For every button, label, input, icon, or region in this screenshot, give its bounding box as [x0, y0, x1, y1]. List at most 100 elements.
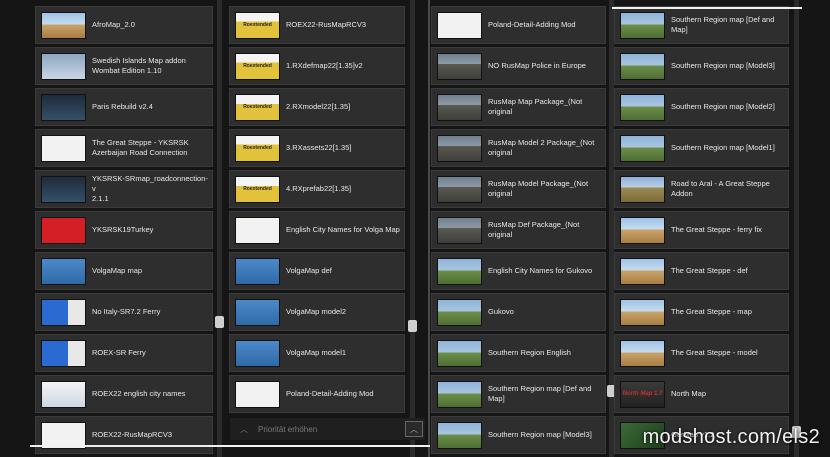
mod-name-label: Swedish Islands Map addon Wombat Edition…: [92, 56, 186, 75]
mod-list-item[interactable]: Southern Region map [Model3]: [431, 416, 606, 454]
mod-name-label: The Great Steppe - model: [671, 348, 758, 357]
roextended-map-4-thumbnail-icon: Roextended: [235, 175, 280, 203]
mod-name-label: 3.RXassets22[1.35]: [286, 143, 352, 152]
mod-list-item[interactable]: Southern Region map [Model1]: [614, 129, 789, 167]
volgamap-thumbnail-icon: [41, 257, 86, 285]
mod-name-label: Paris Rebuild v2.4: [92, 102, 153, 111]
mod-list-item[interactable]: Roextended 1.RXdefmap22[1.35]v2: [229, 47, 405, 85]
english-city-names-thumbnail-icon: [235, 216, 280, 244]
mod-list-item[interactable]: Paris Rebuild v2.4: [35, 88, 213, 126]
scrollbar-thumb-2[interactable]: [408, 320, 417, 332]
scrollbar-track-2[interactable]: [410, 0, 415, 457]
mod-list-item[interactable]: NO RusMap Police in Europe: [431, 47, 606, 85]
scrollbar-thumb-1[interactable]: [215, 316, 224, 328]
mod-name-label: RusMap Def Package_(Not original: [488, 220, 580, 239]
southern-region-def-thumbnail-icon: [437, 380, 482, 408]
yksrsk-srmap-thumbnail-icon: [41, 175, 86, 203]
turkey-flag-icon: [41, 216, 86, 244]
great-steppe-def-thumbnail-icon: [620, 257, 665, 285]
mod-list-item[interactable]: YKSRSK19Turkey: [35, 211, 213, 249]
mod-list-item[interactable]: Southern Region map [Model2]: [614, 88, 789, 126]
mod-list-item[interactable]: Southern Region map [Model3]: [614, 47, 789, 85]
mod-list-item[interactable]: The Great Steppe - def: [614, 252, 789, 290]
southern-region-english-thumbnail-icon: [437, 339, 482, 367]
mod-list-item[interactable]: VolgaMap map: [35, 252, 213, 290]
mod-name-label: 1.RXdefmap22[1.35]v2: [286, 61, 363, 70]
mod-list-item[interactable]: RusMap Model 2 Package_(Not original: [431, 129, 606, 167]
mod-list-item[interactable]: Southern Region map [Def and Map]: [614, 6, 789, 44]
southern-region-model3-thumbnail-icon: [620, 52, 665, 80]
mod-list-item[interactable]: Southern Region map [Def and Map]: [431, 375, 606, 413]
mod-list-item[interactable]: RusMap Model Package_(Not original: [431, 170, 606, 208]
mod-list-item[interactable]: ROEX22 english city names: [35, 375, 213, 413]
mod-column-1: AfroMap_2.0 Swedish Islands Map addon Wom…: [35, 0, 213, 457]
great-steppe-ferry-thumbnail-icon: [620, 216, 665, 244]
mod-list-item[interactable]: RusMap Map Package_(Not original: [431, 88, 606, 126]
mod-list-item[interactable]: The Great Steppe - ferry fix: [614, 211, 789, 249]
poland-detail-thumbnail-icon: [235, 380, 280, 408]
mod-name-label: NO RusMap Police in Europe: [488, 61, 586, 70]
mod-list-item[interactable]: Swedish Islands Map addon Wombat Edition…: [35, 47, 213, 85]
no-rusmap-police-thumbnail-icon: [437, 52, 482, 80]
roextended-map-2-thumbnail-icon: Roextended: [235, 93, 280, 121]
mod-name-label: YKSRSK-SRmap_roadconnection-v 2.1.1: [92, 174, 208, 203]
increase-priority-button[interactable]: ︿ Priorität erhöhen: [230, 418, 425, 440]
north-map-thumbnail-icon: North Map 1.7: [620, 380, 665, 408]
road-to-aral-thumbnail-icon: [620, 175, 665, 203]
mod-name-label: Poland-Detail-Adding Mod: [286, 389, 374, 398]
mod-list-item[interactable]: Southern Region English: [431, 334, 606, 372]
mod-name-label: Southern Region map [Def and Map]: [488, 384, 592, 403]
mod-list-item[interactable]: VolgaMap model2: [229, 293, 405, 331]
roextended-map-1-thumbnail-icon: Roextended: [235, 52, 280, 80]
scrollbar-track-1[interactable]: [217, 0, 222, 457]
mod-list-item[interactable]: Poland-Detail-Adding Mod: [431, 6, 606, 44]
mod-list-item[interactable]: VolgaMap def: [229, 252, 405, 290]
mod-list-item[interactable]: Roextended 3.RXassets22[1.35]: [229, 129, 405, 167]
paris-rebuild-thumbnail-icon: [41, 93, 86, 121]
mod-list-item[interactable]: North Map 1.7 North Map: [614, 375, 789, 413]
mod-list-item[interactable]: RusMap Def Package_(Not original: [431, 211, 606, 249]
mod-list-item[interactable]: Roextended 2.RXmodel22[1.35]: [229, 88, 405, 126]
swedish-islands-thumbnail-icon: [41, 52, 86, 80]
mod-list-item[interactable]: English City Names for Gukovo: [431, 252, 606, 290]
southern-region-model1-thumbnail-icon: [620, 134, 665, 162]
mod-list-item[interactable]: VolgaMap model1: [229, 334, 405, 372]
mod-list-item[interactable]: English City Names for Volga Map: [229, 211, 405, 249]
mod-name-label: Poland-Detail-Adding Mod: [488, 20, 576, 29]
poland-detail-thumbnail-icon: [437, 11, 482, 39]
southern-region-model2-thumbnail-icon: [620, 93, 665, 121]
mod-name-label: RusMap Model 2 Package_(Not original: [488, 138, 595, 157]
southern-region-def-thumbnail-icon: [620, 11, 665, 39]
mod-list-item[interactable]: Roextended 4.RXprefab22[1.35]: [229, 170, 405, 208]
column-divider: [428, 0, 430, 457]
mod-list-item[interactable]: YKSRSK-SRmap_roadconnection-v 2.1.1: [35, 170, 213, 208]
mod-name-label: The Great Steppe - map: [671, 307, 752, 316]
mod-name-label: Southern Region map [Model3]: [488, 430, 592, 439]
mod-name-label: VolgaMap model2: [286, 307, 347, 316]
great-steppe-map-thumbnail-icon: [620, 298, 665, 326]
mod-list-item[interactable]: The Great Steppe - model: [614, 334, 789, 372]
chevron-up-icon: ︿: [240, 424, 248, 434]
scrollbar-track-4[interactable]: [794, 0, 799, 457]
rusmap-model-thumbnail-icon: [437, 175, 482, 203]
no-italy-thumbnail-icon: [41, 298, 86, 326]
mod-list-item[interactable]: Poland-Detail-Adding Mod: [229, 375, 405, 413]
mod-list-item[interactable]: Roextended ROEX22-RusMapRCV3: [229, 6, 405, 44]
mod-name-label: North Map: [671, 389, 707, 398]
mod-list-item[interactable]: No Italy-SR7.2 Ferry: [35, 293, 213, 331]
mod-list-item[interactable]: Gukovo: [431, 293, 606, 331]
scroll-up-button[interactable]: ︿: [405, 421, 423, 437]
roex-ferry-thumbnail-icon: [41, 339, 86, 367]
mod-list-item[interactable]: ROEX-SR Ferry: [35, 334, 213, 372]
mod-list-item[interactable]: ROEX22-RusMapRCV3: [35, 416, 213, 454]
selection-frame-top: [612, 7, 802, 9]
mod-name-label: Southern Region map [Model3]: [671, 61, 775, 70]
volgamap-model2-thumbnail-icon: [235, 298, 280, 326]
mod-list-item[interactable]: Road to Aral - A Great Steppe Addon: [614, 170, 789, 208]
mod-list-item[interactable]: AfroMap_2.0: [35, 6, 213, 44]
mod-list-item[interactable]: The Great Steppe - map: [614, 293, 789, 331]
mod-column-4: Southern Region map [Def and Map] Souther…: [614, 0, 789, 457]
mod-name-label: Southern Region map [Def and Map]: [671, 15, 775, 34]
mod-name-label: RusMap Model Package_(Not original: [488, 179, 589, 198]
mod-list-item[interactable]: The Great Steppe - YKSRSK Azerbaijan Roa…: [35, 129, 213, 167]
